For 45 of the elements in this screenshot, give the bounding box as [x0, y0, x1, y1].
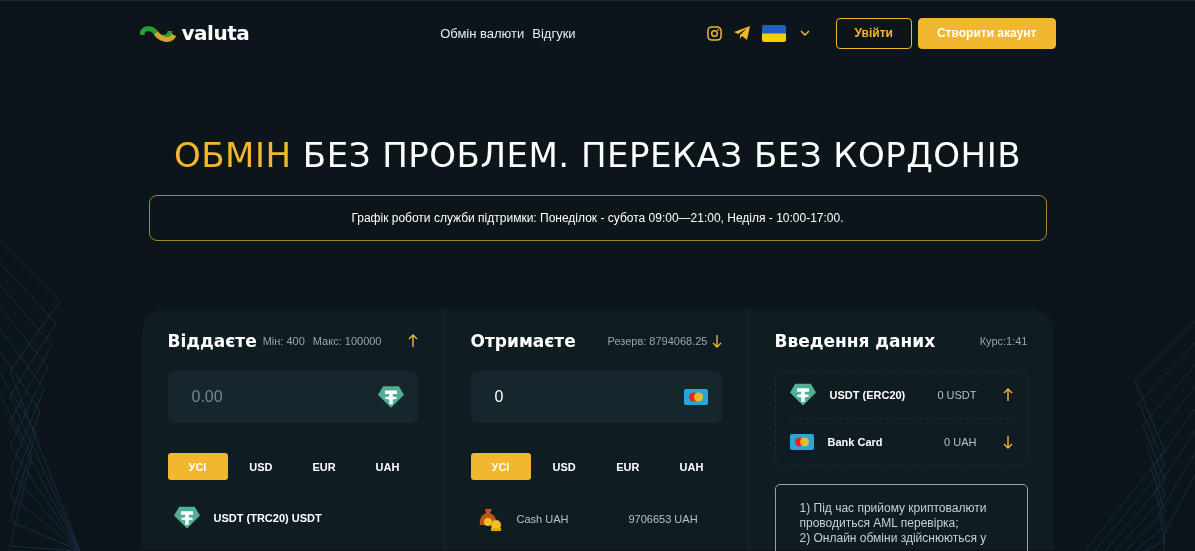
- currency-name: Bank Card: [827, 436, 884, 448]
- currency-amount: 0 USDT: [937, 389, 977, 401]
- exchange-rate: Курс:1:41: [979, 335, 1028, 347]
- panel-title: Отримаєте: [470, 331, 576, 351]
- give-amount-field[interactable]: 0.00: [167, 371, 418, 423]
- support-hours-notice: Графік роботи служби підтримки: Понеділок - субота 09:00—21:00, Неділя - 10:00-17:00.: [148, 195, 1047, 241]
- currency-filter-tab[interactable]: EUR: [294, 453, 355, 480]
- nav-link[interactable]: Відгуки: [532, 25, 576, 41]
- tether-icon: [377, 385, 404, 409]
- hero-title: БЕЗ ПРОБЛЕМ. ПЕРЕКАЗ БЕЗ КОРДОНІВ: [302, 135, 1021, 175]
- hero-highlight: ОБМІН: [174, 135, 292, 175]
- currency-filter-tab[interactable]: USD: [230, 453, 291, 480]
- bank-card-icon: [789, 434, 814, 450]
- nav-link[interactable]: Обмін валюти: [440, 25, 525, 41]
- logo-text: valuta: [181, 21, 250, 45]
- logo-icon: [139, 23, 176, 43]
- currency-option[interactable]: USDT (TRC20) USDT: [213, 511, 322, 524]
- currency-option[interactable]: Cash UAH: [516, 513, 569, 525]
- bank-card-icon: [683, 389, 708, 405]
- flag-icon[interactable]: [761, 24, 786, 42]
- currency-filter-tab[interactable]: EUR: [597, 453, 658, 480]
- panel-title: Введення даних: [774, 331, 936, 351]
- currency-name: USDT (ERC20): [829, 389, 907, 401]
- instagram-icon[interactable]: [706, 25, 722, 41]
- chevron-down-icon[interactable]: [799, 30, 810, 36]
- min-amount: Мін: 400: [262, 335, 305, 347]
- currency-reserve: 9706653 UAH: [628, 513, 698, 525]
- currency-amount: 0 UAH: [944, 436, 977, 448]
- currency-filter-tab[interactable]: UAH: [661, 453, 722, 480]
- currency-filter-tab[interactable]: USD: [534, 453, 595, 480]
- max-amount: Макс: 100000: [312, 335, 382, 347]
- arrow-up-icon[interactable]: [407, 334, 418, 348]
- reserve-amount: Резерв: 8794068.25: [607, 335, 708, 347]
- login-button[interactable]: Увійти: [835, 17, 912, 49]
- note-text: 1) Під час прийому криптовалюти проводиться AML перевірка;: [799, 501, 988, 531]
- panel-title: Віддаєте: [167, 331, 257, 351]
- tether-icon: [173, 506, 200, 530]
- note-text: 2) Онлайн обміни здійснюються у: [799, 531, 988, 546]
- arrow-down-icon[interactable]: [1002, 435, 1013, 449]
- telegram-icon[interactable]: [733, 26, 750, 40]
- currency-filter-tab[interactable]: UAH: [357, 453, 418, 480]
- receive-amount-field[interactable]: 0: [470, 371, 722, 423]
- tether-icon: [789, 383, 816, 407]
- arrow-down-icon[interactable]: [711, 334, 722, 348]
- arrow-up-icon[interactable]: [1002, 388, 1013, 402]
